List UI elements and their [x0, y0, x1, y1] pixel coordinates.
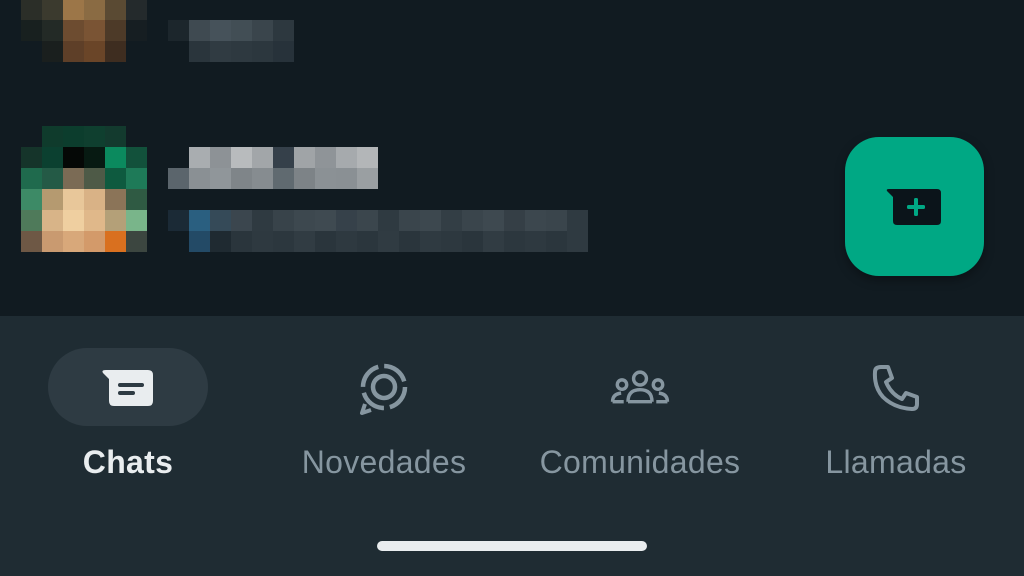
chat-list-item[interactable] — [0, 126, 840, 252]
tab-communities[interactable]: Comunidades — [512, 346, 768, 506]
tab-updates-label: Novedades — [301, 444, 467, 480]
avatar — [21, 126, 147, 252]
avatar — [21, 0, 147, 62]
chats-icon — [98, 358, 158, 418]
new-chat-button[interactable] — [845, 137, 984, 276]
bottom-navigation: Chats Novedades Comunidades Llamadas — [0, 316, 1024, 576]
chat-preview-redacted — [168, 20, 294, 41]
chat-preview-redacted — [189, 231, 588, 252]
tab-calls-label: Llamadas — [825, 444, 967, 480]
tab-communities-label: Comunidades — [539, 444, 741, 480]
tab-chats-label: Chats — [82, 444, 174, 480]
chat-preview-redacted — [189, 41, 294, 62]
tab-chats[interactable]: Chats — [0, 346, 256, 506]
app-screen: Chats Novedades Comunidades Llamadas — [0, 0, 1024, 576]
chat-list-item[interactable] — [0, 0, 840, 62]
home-indicator[interactable] — [377, 541, 647, 551]
calls-icon — [866, 358, 926, 418]
tab-calls[interactable]: Llamadas — [768, 346, 1024, 506]
tab-updates[interactable]: Novedades — [256, 346, 512, 506]
chat-name-redacted — [168, 147, 378, 168]
updates-icon — [354, 358, 414, 418]
communities-icon — [610, 358, 670, 418]
chat-name-redacted — [168, 168, 378, 189]
chat-preview-redacted — [168, 210, 588, 231]
new-chat-icon — [886, 188, 941, 225]
